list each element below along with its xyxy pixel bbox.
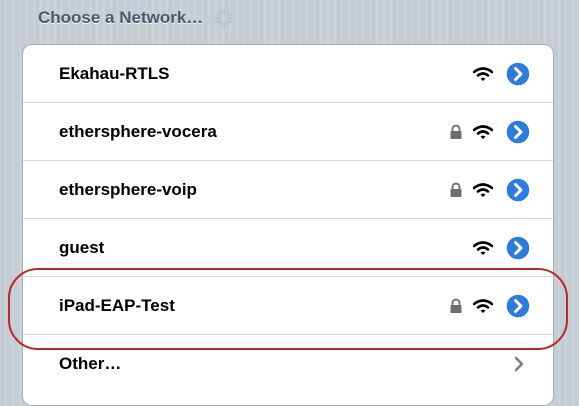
row-accessories bbox=[449, 176, 531, 203]
row-accessories bbox=[513, 356, 531, 372]
choose-network-title: Choose a Network… bbox=[38, 8, 204, 27]
loading-spinner-icon bbox=[215, 9, 234, 27]
network-name: ethersphere-voip bbox=[59, 179, 197, 199]
wifi-signal-icon bbox=[473, 240, 493, 255]
lock-icon bbox=[450, 182, 462, 197]
network-name: iPad-EAP-Test bbox=[59, 295, 175, 315]
wifi-signal-icon bbox=[473, 298, 493, 313]
lock-icon bbox=[450, 124, 462, 139]
network-name: ethersphere-vocera bbox=[59, 121, 217, 141]
row-accessories bbox=[449, 292, 531, 319]
wifi-signal-icon bbox=[473, 182, 493, 197]
detail-disclosure-button[interactable] bbox=[505, 176, 531, 203]
detail-disclosure-button[interactable] bbox=[505, 60, 531, 87]
wifi-signal-icon bbox=[473, 124, 493, 139]
detail-disclosure-button[interactable] bbox=[505, 118, 531, 145]
section-header: Choose a Network… bbox=[38, 6, 234, 30]
network-name: guest bbox=[59, 237, 105, 257]
lock-icon bbox=[450, 298, 462, 313]
row-accessories bbox=[473, 60, 531, 87]
network-row-ethersphere-voip[interactable]: ethersphere-voip bbox=[23, 161, 553, 219]
network-row-ipad-eap-test[interactable]: iPad-EAP-Test bbox=[23, 277, 553, 335]
other-label: Other… bbox=[59, 353, 122, 373]
row-accessories bbox=[473, 234, 531, 261]
wifi-signal-icon bbox=[473, 66, 493, 81]
detail-disclosure-button[interactable] bbox=[505, 234, 531, 261]
detail-disclosure-button[interactable] bbox=[505, 292, 531, 319]
network-name: Ekahau-RTLS bbox=[59, 63, 170, 83]
network-row-guest[interactable]: guest bbox=[23, 219, 553, 277]
network-row-ethersphere-vocera[interactable]: ethersphere-vocera bbox=[23, 103, 553, 161]
other-network-row[interactable]: Other… bbox=[23, 335, 553, 392]
network-list: Ekahau-RTLS ethersphere-vocera ethersphe… bbox=[22, 44, 554, 406]
network-row-ekahau-rtls[interactable]: Ekahau-RTLS bbox=[23, 45, 553, 103]
row-accessories bbox=[449, 118, 531, 145]
chevron-right-icon bbox=[514, 356, 524, 371]
